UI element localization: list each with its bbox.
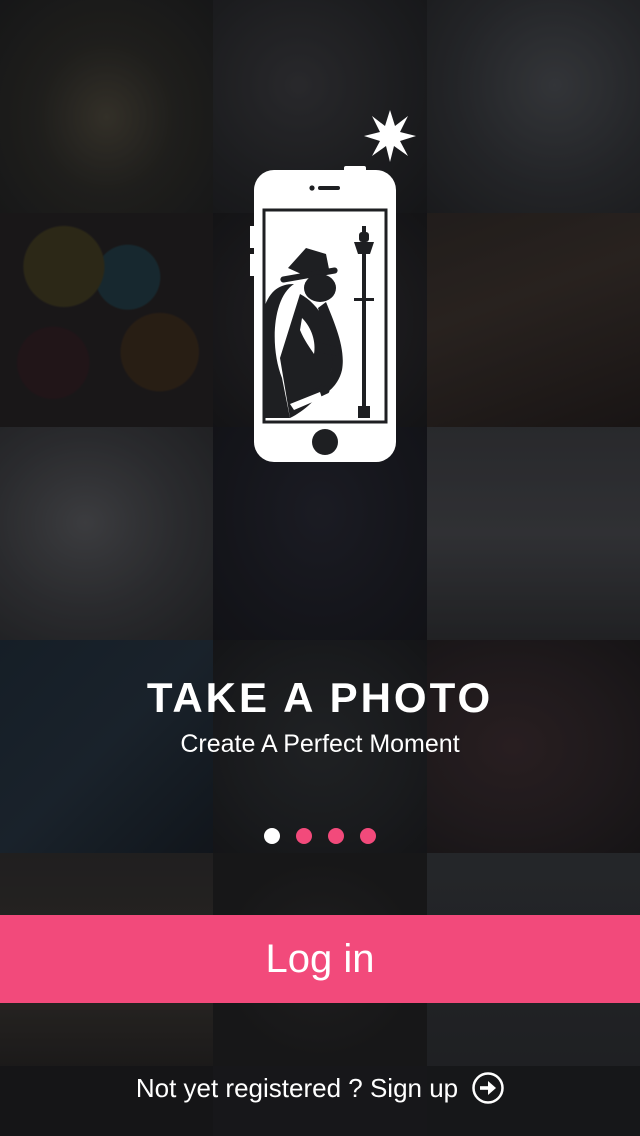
page-dot-active[interactable] bbox=[264, 828, 280, 844]
onboarding-title: TAKE A PHOTO bbox=[146, 674, 494, 721]
login-button[interactable]: Log in bbox=[0, 915, 640, 1003]
signup-label: Not yet registered ? Sign up bbox=[135, 1073, 459, 1103]
arrow-right-circle-icon bbox=[472, 1072, 504, 1104]
onboarding-screen: TAKE A PHOTO Create A Perfect Moment Log… bbox=[0, 0, 640, 1136]
page-dot[interactable] bbox=[328, 828, 344, 844]
page-dot[interactable] bbox=[296, 828, 312, 844]
page-indicator bbox=[0, 828, 640, 844]
flash-burst-icon bbox=[364, 110, 416, 162]
phone-camera-icon bbox=[250, 110, 416, 462]
page-dot[interactable] bbox=[360, 828, 376, 844]
onboarding-subtitle: Create A Perfect Moment bbox=[180, 730, 460, 758]
signup-link[interactable]: Not yet registered ? Sign up bbox=[0, 1068, 640, 1108]
